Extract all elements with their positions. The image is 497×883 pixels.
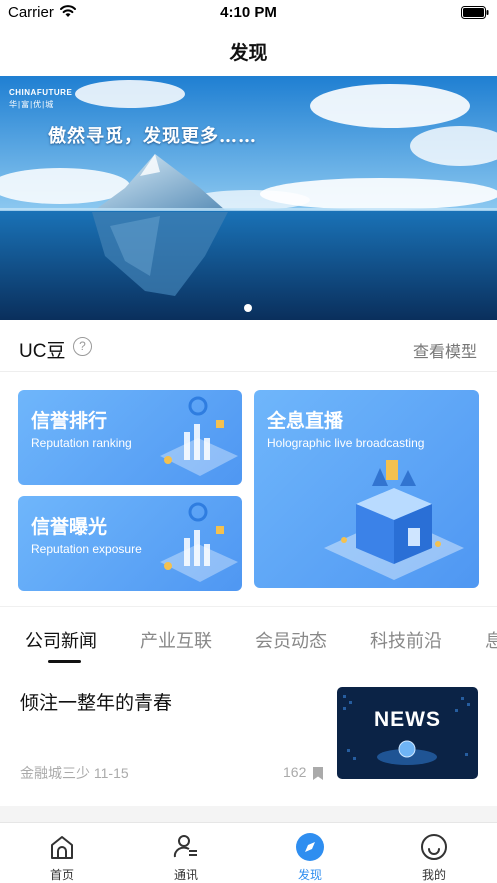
tab-company-news[interactable]: 公司新闻 xyxy=(25,627,97,653)
news-author-date: 金融城三少 11-15 xyxy=(20,765,129,781)
ranking-chart-icon xyxy=(160,396,238,476)
card-reputation-exposure[interactable]: 信誉曝光 Reputation exposure xyxy=(18,496,242,591)
bookmark-icon[interactable] xyxy=(312,766,324,781)
contacts-icon xyxy=(173,835,197,858)
page-title: 发现 xyxy=(229,43,268,64)
news-thumbnail: NEWS xyxy=(337,687,478,779)
news-item[interactable]: 倾注一整年的青春 金融城三少 11-15 162 NEWS xyxy=(0,672,497,796)
clock-label: 4:10 PM xyxy=(220,4,277,21)
home-icon xyxy=(51,836,73,859)
bottom-tab-bar: 首页 通讯 发现 我的 xyxy=(0,822,497,883)
compass-icon xyxy=(296,833,324,861)
battery-icon xyxy=(461,6,489,19)
exposure-chart-icon xyxy=(160,502,238,582)
live-broadcast-illustration xyxy=(324,460,464,580)
news-thumbnail-label: NEWS xyxy=(374,708,441,731)
tabbar-label: 首页 xyxy=(49,868,74,882)
banner-logo: CHINAFUTURE xyxy=(9,88,73,97)
tab-tech-frontier[interactable]: 科技前沿 xyxy=(370,627,442,653)
news-thumbnail-image xyxy=(337,687,478,779)
card-title: 信誉曝光 xyxy=(31,517,108,538)
category-tabs: 公司新闻 产业互联 会员动态 科技前沿 息 xyxy=(0,606,497,663)
active-tab-indicator xyxy=(48,660,81,663)
uc-header-row: UC豆 ? 查看模型 xyxy=(0,320,497,372)
news-bookmark-count: 162 xyxy=(283,764,307,780)
carousel-dot[interactable] xyxy=(244,304,252,312)
smile-icon xyxy=(421,834,447,860)
card-title: 全息直播 xyxy=(267,411,344,432)
tab-more[interactable]: 息 xyxy=(485,627,497,653)
uc-title: UC豆 xyxy=(19,341,66,362)
section-divider xyxy=(0,806,497,822)
tabbar-item-mine[interactable]: 我的 xyxy=(372,823,496,883)
tabbar-label: 通讯 xyxy=(173,868,198,882)
tabbar-label: 我的 xyxy=(421,868,446,882)
tabbar-item-home[interactable]: 首页 xyxy=(0,823,124,883)
help-icon[interactable]: ? xyxy=(73,337,92,356)
banner-logo-subtitle: 华|富|优|城 xyxy=(9,100,55,109)
tab-member-updates[interactable]: 会员动态 xyxy=(255,627,327,653)
news-title: 倾注一整年的青春 xyxy=(20,693,173,714)
card-subtitle: Holographic live broadcasting xyxy=(267,436,425,450)
tabbar-label: 发现 xyxy=(297,868,322,882)
card-holographic-live[interactable]: 全息直播 Holographic live broadcasting xyxy=(254,390,479,588)
card-subtitle: Reputation ranking xyxy=(31,436,132,450)
view-model-link[interactable]: 查看模型 xyxy=(413,338,477,362)
banner-slogan: 傲然寻觅，发现更多…… xyxy=(48,126,257,147)
status-bar: Carrier 4:10 PM xyxy=(0,0,497,26)
tabbar-item-discover[interactable]: 发现 xyxy=(248,823,372,883)
card-subtitle: Reputation exposure xyxy=(31,542,142,556)
tabbar-item-contacts[interactable]: 通讯 xyxy=(124,823,248,883)
card-title: 信誉排行 xyxy=(31,411,108,432)
card-reputation-ranking[interactable]: 信誉排行 Reputation ranking xyxy=(18,390,242,485)
banner-image xyxy=(0,76,497,320)
banner-carousel[interactable]: CHINAFUTURE 华|富|优|城 傲然寻觅，发现更多…… xyxy=(0,76,497,320)
tab-industry-internet[interactable]: 产业互联 xyxy=(140,627,212,653)
